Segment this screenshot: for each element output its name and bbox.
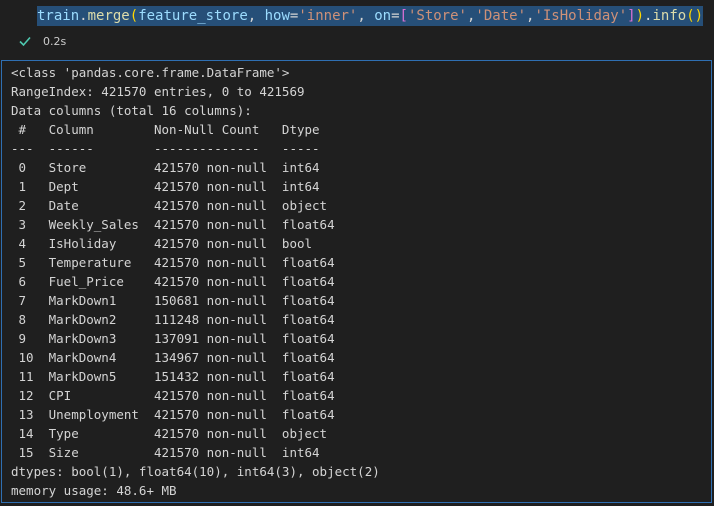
output-line: 2 Date 421570 non-null object [11, 198, 335, 213]
output-line: 10 MarkDown4 134967 non-null float64 [11, 350, 335, 365]
check-icon [19, 36, 31, 47]
code-token: () [686, 8, 704, 24]
code-token: merge [87, 8, 130, 24]
output-line: <class 'pandas.core.frame.DataFrame'> [11, 65, 290, 80]
code-token: . [79, 8, 88, 24]
output-line: 15 Size 421570 non-null int64 [11, 445, 335, 460]
output-line: 0 Store 421570 non-null int64 [11, 160, 335, 175]
output-line: dtypes: bool(1), float64(10), int64(3), … [11, 464, 380, 479]
output-text: <class 'pandas.core.frame.DataFrame'> Ra… [2, 61, 711, 500]
code-token: how [264, 8, 290, 24]
code-token: = [391, 8, 400, 24]
output-line: 3 Weekly_Sales 421570 non-null float64 [11, 217, 335, 232]
code-token: , [247, 8, 265, 24]
code-token: feature_store [138, 8, 248, 24]
output-line: RangeIndex: 421570 entries, 0 to 421569 [11, 84, 305, 99]
code-token: 'Store' [407, 8, 467, 24]
output-line: 14 Type 421570 non-null object [11, 426, 335, 441]
output-line: 13 Unemployment 421570 non-null float64 [11, 407, 335, 422]
code-token: 'inner' [298, 8, 358, 24]
output-line: 5 Temperature 421570 non-null float64 [11, 255, 335, 270]
output-line: 9 MarkDown3 137091 non-null float64 [11, 331, 335, 346]
output-line: memory usage: 48.6+ MB [11, 483, 177, 498]
cell-status-row: 0.2s [0, 32, 714, 54]
code-token: on [374, 8, 392, 24]
code-token: ) [635, 8, 645, 24]
code-token: , [357, 8, 375, 24]
cell-output[interactable]: <class 'pandas.core.frame.DataFrame'> Ra… [1, 60, 712, 503]
code-token: ] [627, 8, 636, 24]
output-line: Data columns (total 16 columns): [11, 103, 252, 118]
execution-time: 0.2s [43, 35, 67, 48]
code-token: info [652, 8, 687, 24]
output-line: 11 MarkDown5 151432 non-null float64 [11, 369, 335, 384]
code-token: 'Date' [475, 8, 526, 24]
code-token: [ [399, 8, 408, 24]
output-line: 6 Fuel_Price 421570 non-null float64 [11, 274, 335, 289]
output-line: 4 IsHoliday 421570 non-null bool [11, 236, 335, 251]
output-line: 8 MarkDown2 111248 non-null float64 [11, 312, 335, 327]
output-line: # Column Non-Null Count Dtype [11, 122, 335, 137]
output-line: 12 CPI 421570 non-null float64 [11, 388, 335, 403]
output-line: 1 Dept 421570 non-null int64 [11, 179, 335, 194]
code-cell-input[interactable]: train.merge(feature_store, how='inner', … [0, 0, 714, 32]
output-line: 7 MarkDown1 150681 non-null float64 [11, 293, 335, 308]
code-token: train [37, 8, 80, 24]
code-line[interactable]: train.merge(feature_store, how='inner', … [37, 6, 704, 26]
output-line: --- ------ -------------- ----- [11, 141, 335, 156]
code-token: ( [129, 8, 139, 24]
code-token: 'IsHoliday' [534, 8, 628, 24]
